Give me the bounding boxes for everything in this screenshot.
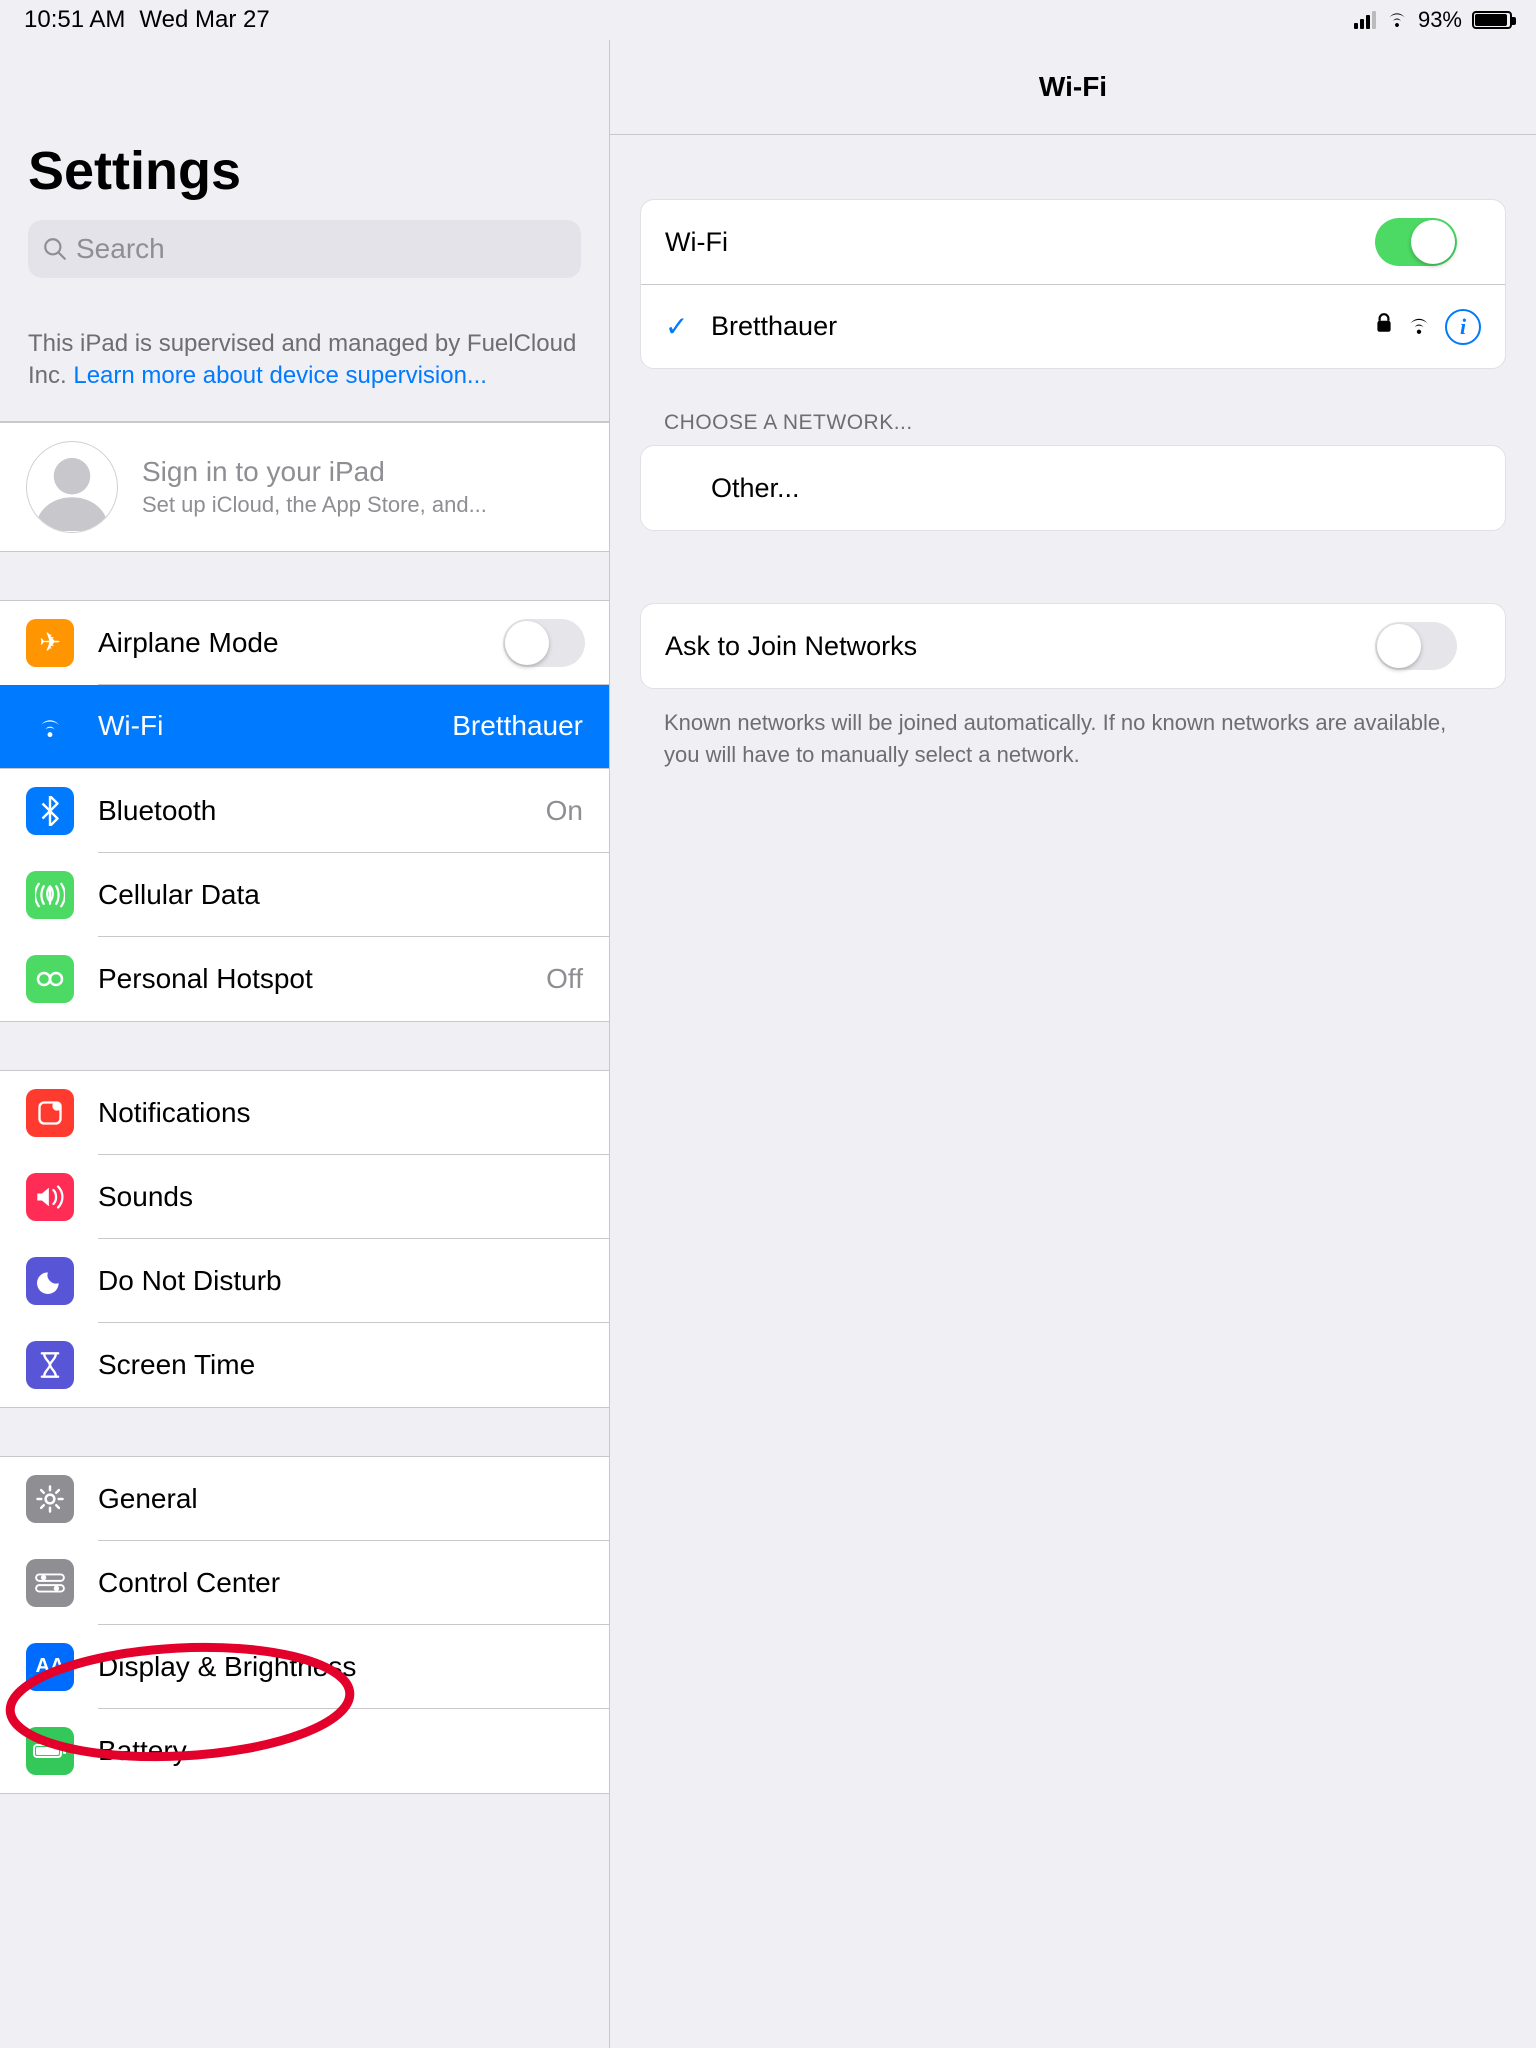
avatar-icon — [26, 441, 118, 533]
sidebar-item-notifications[interactable]: Notifications — [0, 1071, 609, 1155]
sidebar-item-wifi[interactable]: Wi-Fi Bretthauer — [0, 685, 609, 769]
wifi-master-row: Wi-Fi — [641, 200, 1505, 284]
battery-icon — [1472, 11, 1512, 29]
info-icon[interactable]: i — [1445, 309, 1481, 345]
sidebar-item-sounds[interactable]: Sounds — [0, 1155, 609, 1239]
sidebar-item-airplane-mode[interactable]: ✈ Airplane Mode — [0, 601, 609, 685]
connected-network-name: Bretthauer — [711, 311, 1375, 342]
gear-icon — [26, 1475, 74, 1523]
sliders-icon — [26, 1559, 74, 1607]
cellular-signal-icon — [1354, 11, 1376, 29]
sign-in-row[interactable]: Sign in to your iPad Set up iCloud, the … — [0, 422, 609, 552]
sidebar-item-general[interactable]: General — [0, 1457, 609, 1541]
page-title: Settings — [28, 140, 581, 202]
detail-pane: Wi-Fi Wi-Fi ✓ Bretthauer — [610, 40, 1536, 2048]
airplane-mode-toggle[interactable] — [503, 619, 585, 667]
wifi-status-icon — [1386, 7, 1408, 33]
sign-in-subtitle: Set up iCloud, the App Store, and... — [142, 492, 487, 518]
lock-icon — [1375, 312, 1393, 341]
wifi-icon — [26, 702, 74, 750]
supervision-link[interactable]: Learn more about device supervision... — [73, 362, 487, 389]
status-battery-percent: 93% — [1418, 7, 1462, 33]
sidebar-item-bluetooth[interactable]: Bluetooth On — [0, 769, 609, 853]
sidebar-item-personal-hotspot[interactable]: Personal Hotspot Off — [0, 937, 609, 1021]
wifi-status-group: Wi-Fi ✓ Bretthauer i — [640, 199, 1506, 369]
connected-network-row[interactable]: ✓ Bretthauer i — [641, 284, 1505, 368]
sidebar-group-connectivity: ✈ Airplane Mode Wi-Fi Bretthauer Bluetoo… — [0, 600, 609, 1022]
wifi-current-network: Bretthauer — [452, 710, 583, 742]
other-network-row[interactable]: Other... — [641, 446, 1505, 530]
notifications-icon — [26, 1089, 74, 1137]
cellular-icon — [26, 871, 74, 919]
battery-settings-icon — [26, 1727, 74, 1775]
sounds-icon — [26, 1173, 74, 1221]
sidebar-item-control-center[interactable]: Control Center — [0, 1541, 609, 1625]
sidebar-item-cellular-data[interactable]: Cellular Data — [0, 853, 609, 937]
ask-to-join-footnote: Known networks will be joined automatica… — [664, 707, 1482, 771]
status-time: 10:51 AM — [24, 6, 125, 34]
status-bar: 10:51 AM Wed Mar 27 93% — [0, 0, 1536, 40]
settings-sidebar: Settings Search This iPad is supervised … — [0, 40, 610, 2048]
ask-to-join-row: Ask to Join Networks — [641, 604, 1505, 688]
check-icon: ✓ — [665, 310, 688, 343]
sidebar-item-screen-time[interactable]: Screen Time — [0, 1323, 609, 1407]
wifi-toggle[interactable] — [1375, 218, 1457, 266]
choose-network-header: CHOOSE A NETWORK... — [664, 411, 1482, 435]
ask-join-group: Ask to Join Networks — [640, 603, 1506, 689]
detail-title: Wi-Fi — [610, 40, 1536, 135]
sign-in-title: Sign in to your iPad — [142, 456, 487, 488]
airplane-icon: ✈ — [26, 619, 74, 667]
bluetooth-icon — [26, 787, 74, 835]
hotspot-icon — [26, 955, 74, 1003]
hourglass-icon — [26, 1341, 74, 1389]
sidebar-group-general: General Control Center AA Display & Brig… — [0, 1456, 609, 1794]
display-icon: AA — [26, 1643, 74, 1691]
status-date: Wed Mar 27 — [139, 6, 269, 34]
sidebar-item-display-brightness[interactable]: AA Display & Brightness — [0, 1625, 609, 1709]
search-placeholder: Search — [76, 233, 165, 265]
other-network-group: Other... — [640, 445, 1506, 531]
ask-to-join-toggle[interactable] — [1375, 622, 1457, 670]
moon-icon — [26, 1257, 74, 1305]
search-icon — [42, 236, 68, 262]
sidebar-item-do-not-disturb[interactable]: Do Not Disturb — [0, 1239, 609, 1323]
wifi-signal-icon — [1407, 313, 1431, 341]
search-input[interactable]: Search — [28, 220, 581, 278]
supervision-notice: This iPad is supervised and managed by F… — [0, 278, 609, 422]
sidebar-item-battery[interactable]: Battery — [0, 1709, 609, 1793]
sidebar-group-notifications: Notifications Sounds Do Not Disturb — [0, 1070, 609, 1408]
